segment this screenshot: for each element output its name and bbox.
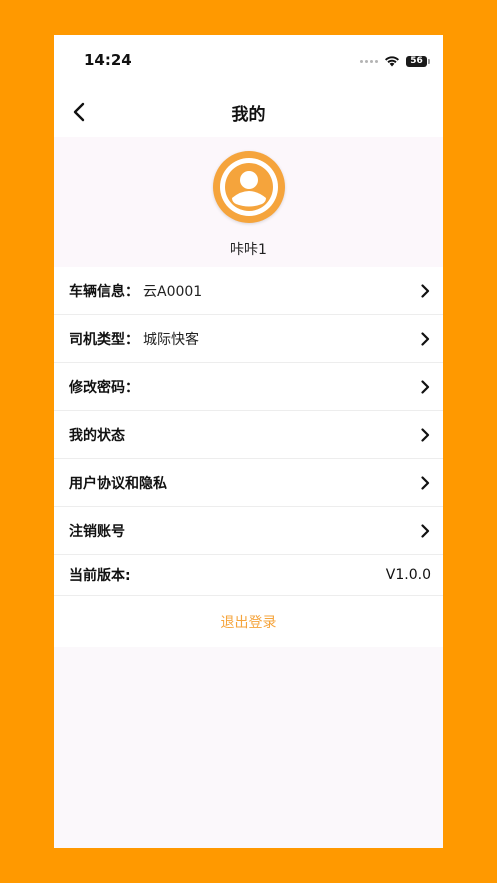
chevron-right-icon (419, 427, 431, 442)
status-bar: 14:24 56 (54, 35, 443, 87)
menu-item-label: 车辆信息： (69, 283, 139, 300)
menu-item-delete-account[interactable]: 注销账号 (54, 507, 443, 555)
menu-item-my-status[interactable]: 我的状态 (54, 411, 443, 459)
menu-item-user-agreement-privacy[interactable]: 用户协议和隐私 (54, 459, 443, 507)
status-icons: 56 (360, 52, 430, 71)
menu-item-label: 修改密码： (69, 379, 139, 396)
chevron-right-icon (419, 331, 431, 346)
menu-item-vehicle-info[interactable]: 车辆信息： 云A0001 (54, 267, 443, 315)
cellular-signal-icon (360, 60, 378, 63)
menu-item-value: 城际快客 (143, 331, 199, 348)
menu-item-label: 注销账号 (69, 523, 125, 540)
logout-button[interactable]: 退出登录 (221, 612, 277, 632)
menu-item-label: 我的状态 (69, 427, 125, 444)
menu-item-driver-type[interactable]: 司机类型： 城际快客 (54, 315, 443, 363)
wifi-icon (384, 52, 400, 71)
chevron-right-icon (419, 283, 431, 298)
menu-item-label: 司机类型： (69, 331, 139, 348)
status-time: 14:24 (84, 51, 132, 69)
phone-screen: 14:24 56 我的 咔咔1 车辆信息： 云A0001 司机类型： 城际快客 … (54, 35, 443, 848)
version-label: 当前版本: (69, 568, 131, 584)
username: 咔咔1 (230, 242, 267, 258)
settings-menu: 车辆信息： 云A0001 司机类型： 城际快客 修改密码： 我的状态 用户协议和… (54, 267, 443, 647)
version-value: V1.0.0 (385, 567, 431, 583)
profile-header: 咔咔1 (54, 137, 443, 267)
chevron-right-icon (419, 523, 431, 538)
user-icon (225, 163, 273, 211)
battery-icon: 56 (406, 56, 430, 67)
chevron-right-icon (419, 475, 431, 490)
page-title: 我的 (231, 105, 266, 125)
menu-item-label: 用户协议和隐私 (69, 475, 167, 492)
chevron-right-icon (419, 379, 431, 394)
version-row: 当前版本: V1.0.0 (54, 555, 443, 596)
menu-item-change-password[interactable]: 修改密码： (54, 363, 443, 411)
avatar[interactable] (213, 151, 285, 223)
nav-bar: 我的 (54, 87, 443, 137)
menu-item-value: 云A0001 (143, 283, 203, 300)
logout-container: 退出登录 (54, 596, 443, 647)
